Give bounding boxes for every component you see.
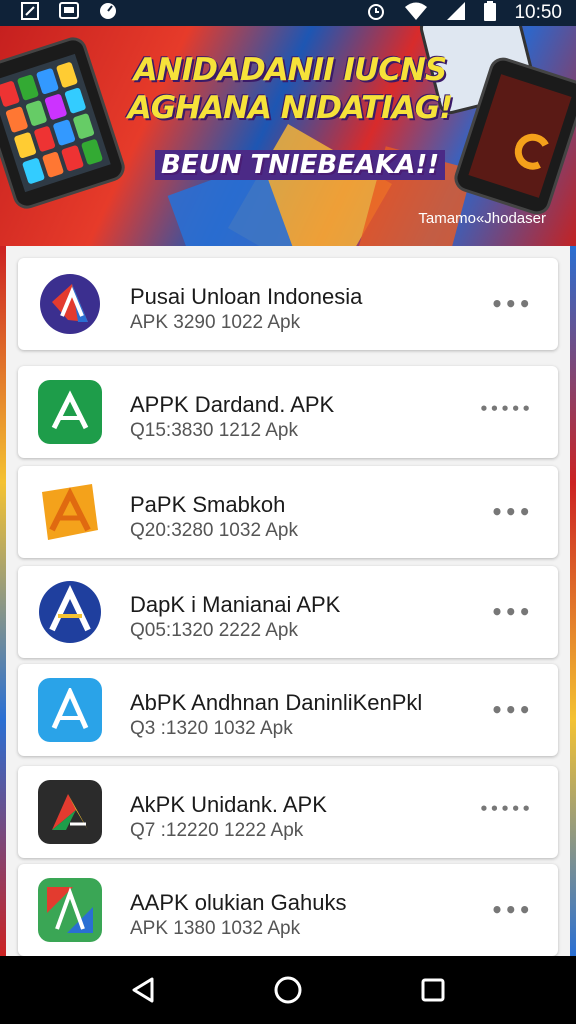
app-meta: APK 1380 1032 Apk bbox=[130, 918, 301, 939]
banner-headline: AGHANA NIDATIAG! bbox=[127, 90, 454, 126]
signal-icon bbox=[446, 1, 466, 26]
more-options-button[interactable]: ••• bbox=[491, 698, 532, 722]
more-options-button[interactable]: ••••• bbox=[479, 400, 532, 418]
navigation-bar bbox=[0, 956, 576, 1024]
app-name: AkPK Unidank. APK bbox=[130, 792, 327, 817]
more-options-button[interactable]: ••• bbox=[491, 500, 532, 524]
banner-headline: ANIDADANII IUCNS bbox=[133, 52, 447, 88]
alarm-icon bbox=[366, 1, 386, 26]
more-options-button[interactable]: ••• bbox=[491, 898, 532, 922]
app-name: DapK i Manianai APK bbox=[130, 592, 341, 617]
banner-caption: Tamamo«Jhodaser bbox=[418, 210, 546, 227]
app-meta: APK 3290 1022 Apk bbox=[130, 312, 301, 333]
app-name: Pusai Unloan Indonesia bbox=[130, 284, 363, 309]
status-time: 10:50 bbox=[514, 2, 562, 23]
background-decoration bbox=[570, 246, 576, 956]
back-icon[interactable] bbox=[123, 970, 163, 1010]
recents-icon[interactable] bbox=[413, 970, 453, 1010]
banner-subheadline: BEUN TNIEBEAKA!! bbox=[155, 150, 446, 180]
app-meta: Q7 :12220 1222 Apk bbox=[130, 820, 304, 841]
app-meta: Q3 :1320 1032 Apk bbox=[130, 718, 293, 739]
list-item[interactable]: AAPK olukian Gahuks APK 1380 1032 Apk ••… bbox=[18, 864, 558, 956]
app-list: Pusai Unloan Indonesia APK 3290 1022 Apk… bbox=[6, 246, 570, 956]
map-a-icon bbox=[38, 878, 102, 942]
lightblue-a-icon bbox=[38, 678, 102, 742]
battery-icon bbox=[484, 0, 497, 26]
tablet-icon bbox=[58, 1, 80, 26]
more-options-button[interactable]: ••• bbox=[491, 292, 532, 316]
blue-circle-a-icon bbox=[38, 580, 102, 644]
home-icon[interactable] bbox=[268, 970, 308, 1010]
list-item[interactable]: AkPK Unidank. APK Q7 :12220 1222 Apk •••… bbox=[18, 766, 558, 858]
app-name: AAPK olukian Gahuks bbox=[130, 890, 347, 915]
orange-a-icon bbox=[38, 480, 102, 544]
speed-icon bbox=[98, 1, 118, 26]
app-meta: Q05:1320 2222 Apk bbox=[130, 620, 298, 641]
promo-banner[interactable]: ANIDADANII IUCNS AGHANA NIDATIAG! BEUN T… bbox=[0, 26, 576, 248]
status-bar: 10:50 bbox=[0, 0, 576, 26]
more-options-button[interactable]: ••• bbox=[491, 600, 532, 624]
app-meta: Q20:3280 1032 Apk bbox=[130, 520, 298, 541]
app-name: PaPK Smabkoh bbox=[130, 492, 286, 517]
app-name: APPK Dardand. APK bbox=[130, 392, 335, 417]
app-meta: Q15:3830 1212 Apk bbox=[130, 420, 298, 441]
list-item[interactable]: PaPK Smabkoh Q20:3280 1032 Apk ••• bbox=[18, 466, 558, 558]
more-options-button[interactable]: ••••• bbox=[479, 800, 532, 818]
list-item[interactable]: Pusai Unloan Indonesia APK 3290 1022 Apk… bbox=[18, 258, 558, 350]
screenshot-icon bbox=[20, 1, 40, 26]
red-blue-a-icon bbox=[38, 272, 102, 336]
app-name: AbPK Andhnan DaninliKenPkl bbox=[130, 690, 423, 715]
list-item[interactable]: APPK Dardand. APK Q15:3830 1212 Apk ••••… bbox=[18, 366, 558, 458]
dark-a-icon bbox=[38, 780, 102, 844]
list-item[interactable]: AbPK Andhnan DaninliKenPkl Q3 :1320 1032… bbox=[18, 664, 558, 756]
list-item[interactable]: DapK i Manianai APK Q05:1320 2222 Apk ••… bbox=[18, 566, 558, 658]
green-a-icon bbox=[38, 380, 102, 444]
wifi-icon bbox=[404, 1, 428, 26]
